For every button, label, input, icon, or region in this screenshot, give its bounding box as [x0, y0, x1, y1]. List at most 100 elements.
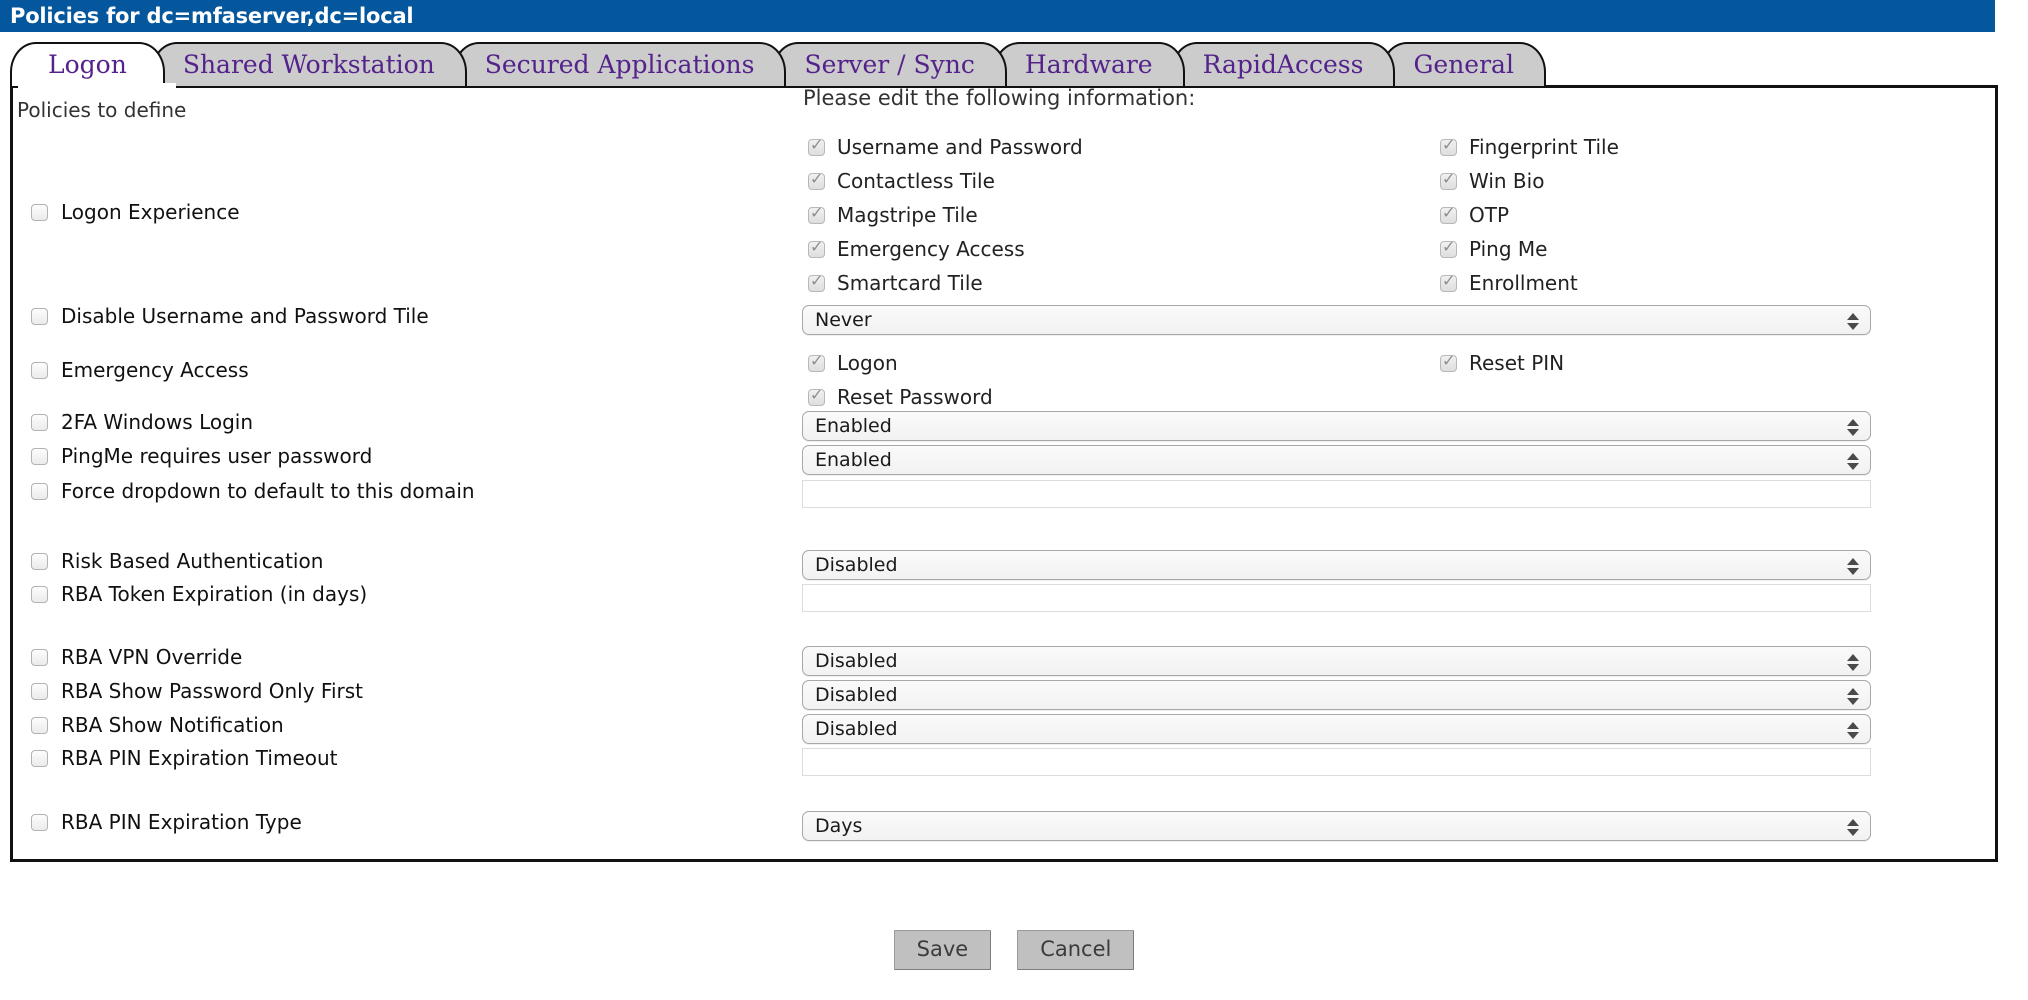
input-rba-token-expiration[interactable] [802, 584, 1871, 612]
option-reset-password[interactable]: Reset Password [808, 385, 993, 409]
option-emergency-access[interactable]: Emergency Access [808, 237, 1025, 261]
policy-row-rba-vpn-override[interactable]: RBA VPN Override [31, 645, 242, 669]
option-label: Contactless Tile [837, 169, 995, 193]
cancel-button[interactable]: Cancel [1017, 930, 1135, 970]
tab-bar: Logon Shared Workstation Secured Applica… [10, 40, 1546, 86]
policy-row-2fa-windows-login[interactable]: 2FA Windows Login [31, 410, 253, 434]
option-otp[interactable]: OTP [1440, 203, 1509, 227]
option-checkbox[interactable] [1440, 351, 1457, 372]
policy-checkbox-2fa-windows-login[interactable] [31, 413, 48, 431]
input-force-dropdown-domain[interactable] [802, 480, 1871, 508]
policy-label: Disable Username and Password Tile [61, 304, 429, 328]
option-label: Logon [837, 351, 898, 375]
option-magstripe-tile[interactable]: Magstripe Tile [808, 203, 978, 227]
policy-checkbox-rba-pin-expiration-timeout[interactable] [31, 749, 48, 767]
input-rba-pin-expiration-timeout[interactable] [802, 748, 1871, 776]
option-checkbox[interactable] [808, 385, 825, 406]
option-checkbox[interactable] [808, 351, 825, 372]
tab-general[interactable]: General [1381, 42, 1546, 86]
policy-checkbox-rba-show-password-only-first[interactable] [31, 682, 48, 700]
select-rba-show-password-only-first[interactable]: Disabled [802, 680, 1871, 710]
policy-checkbox-pingme-requires-user-password[interactable] [31, 447, 48, 465]
policy-label: RBA Token Expiration (in days) [61, 582, 368, 606]
tab-rapidaccess[interactable]: RapidAccess [1170, 42, 1396, 86]
select-disable-username-password-tile[interactable]: Never [802, 305, 1871, 335]
select-value: Enabled [815, 449, 892, 471]
select-value: Disabled [815, 718, 898, 740]
option-checkbox[interactable] [1440, 169, 1457, 190]
policy-checkbox-disable-username-password-tile[interactable] [31, 307, 48, 325]
policy-row-rba-show-password-only-first[interactable]: RBA Show Password Only First [31, 679, 363, 703]
chevron-updown-icon [1847, 649, 1859, 675]
policy-row-disable-username-password-tile[interactable]: Disable Username and Password Tile [31, 304, 429, 328]
tab-label: RapidAccess [1202, 49, 1364, 79]
option-checkbox[interactable] [808, 169, 825, 190]
option-label: Reset Password [837, 385, 993, 409]
save-button[interactable]: Save [893, 930, 992, 970]
option-ping-me[interactable]: Ping Me [1440, 237, 1547, 261]
policy-checkbox-risk-based-authentication[interactable] [31, 552, 48, 570]
option-win-bio[interactable]: Win Bio [1440, 169, 1544, 193]
policy-checkbox-rba-pin-expiration-type[interactable] [31, 813, 48, 831]
policy-checkbox-rba-show-notification[interactable] [31, 716, 48, 734]
policy-checkbox-rba-token-expiration[interactable] [31, 585, 48, 603]
tab-secured-applications[interactable]: Secured Applications [452, 42, 787, 86]
option-checkbox[interactable] [808, 135, 825, 156]
option-checkbox[interactable] [1440, 203, 1457, 224]
tab-logon[interactable]: Logon [10, 42, 165, 86]
option-checkbox[interactable] [1440, 237, 1457, 258]
select-value: Disabled [815, 554, 898, 576]
select-rba-show-notification[interactable]: Disabled [802, 714, 1871, 744]
tab-shared-workstation[interactable]: Shared Workstation [150, 42, 467, 86]
policy-row-rba-pin-expiration-type[interactable]: RBA PIN Expiration Type [31, 810, 302, 834]
policy-row-rba-token-expiration[interactable]: RBA Token Expiration (in days) [31, 582, 367, 606]
tab-label: Shared Workstation [182, 49, 435, 79]
policy-checkbox-rba-vpn-override[interactable] [31, 648, 48, 666]
option-smartcard-tile[interactable]: Smartcard Tile [808, 271, 983, 295]
option-reset-pin[interactable]: Reset PIN [1440, 351, 1564, 375]
policy-row-rba-show-notification[interactable]: RBA Show Notification [31, 713, 284, 737]
option-enrollment[interactable]: Enrollment [1440, 271, 1578, 295]
select-rba-pin-expiration-type[interactable]: Days [802, 811, 1871, 841]
option-checkbox[interactable] [1440, 271, 1457, 292]
select-rba-vpn-override[interactable]: Disabled [802, 646, 1871, 676]
option-username-and-password[interactable]: Username and Password [808, 135, 1083, 159]
option-label: Ping Me [1469, 237, 1548, 261]
policy-label: Logon Experience [61, 200, 240, 224]
policy-checkbox-emergency-access[interactable] [31, 361, 48, 379]
select-value: Days [815, 815, 863, 837]
policy-label: Risk Based Authentication [61, 549, 324, 573]
policy-row-pingme-requires-user-password[interactable]: PingMe requires user password [31, 444, 372, 468]
option-label: Magstripe Tile [837, 203, 978, 227]
option-logon[interactable]: Logon [808, 351, 898, 375]
option-fingerprint-tile[interactable]: Fingerprint Tile [1440, 135, 1619, 159]
tab-server-sync[interactable]: Server / Sync [772, 42, 1007, 86]
policy-label: RBA PIN Expiration Timeout [61, 746, 338, 770]
policy-content-panel: Policies to define Please edit the follo… [10, 85, 1998, 862]
option-label: Smartcard Tile [837, 271, 983, 295]
policy-checkbox-logon-experience[interactable] [31, 203, 48, 221]
policy-row-force-dropdown-domain[interactable]: Force dropdown to default to this domain [31, 479, 475, 503]
option-checkbox[interactable] [808, 203, 825, 224]
policy-row-rba-pin-expiration-timeout[interactable]: RBA PIN Expiration Timeout [31, 746, 338, 770]
policy-row-logon-experience[interactable]: Logon Experience [31, 200, 240, 224]
tab-hardware[interactable]: Hardware [992, 42, 1185, 86]
chevron-updown-icon [1847, 814, 1859, 840]
option-label: Enrollment [1469, 271, 1578, 295]
option-checkbox[interactable] [808, 237, 825, 258]
policy-label: Emergency Access [61, 358, 249, 382]
tab-label: Server / Sync [804, 49, 975, 79]
tab-label: Logon [48, 49, 127, 79]
option-contactless-tile[interactable]: Contactless Tile [808, 169, 995, 193]
policy-label: RBA Show Notification [61, 713, 284, 737]
select-pingme-requires-user-password[interactable]: Enabled [802, 445, 1871, 475]
policy-row-emergency-access[interactable]: Emergency Access [31, 358, 249, 382]
select-risk-based-authentication[interactable]: Disabled [802, 550, 1871, 580]
chevron-updown-icon [1847, 308, 1859, 334]
select-value: Disabled [815, 650, 898, 672]
option-checkbox[interactable] [1440, 135, 1457, 156]
policy-checkbox-force-dropdown-domain[interactable] [31, 482, 48, 500]
policy-row-risk-based-authentication[interactable]: Risk Based Authentication [31, 549, 323, 573]
option-checkbox[interactable] [808, 271, 825, 292]
select-2fa-windows-login[interactable]: Enabled [802, 411, 1871, 441]
